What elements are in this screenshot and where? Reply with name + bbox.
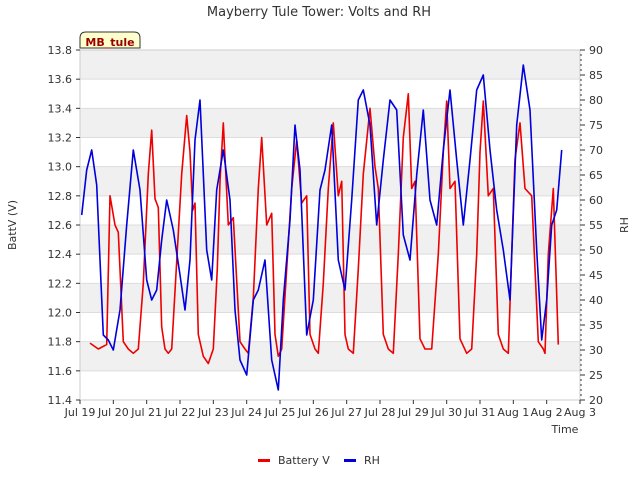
x-tick-label: Jul 26	[297, 406, 329, 419]
x-tick-label: Jul 27	[330, 406, 362, 419]
chart-title: Mayberry Tule Tower: Volts and RH	[207, 5, 431, 20]
x-tick-label: Jul 31	[464, 406, 496, 419]
x-tick-label: Jul 25	[264, 406, 296, 419]
x-tick-label: Jul 21	[130, 406, 162, 419]
y-left-tick-label: 11.6	[48, 365, 73, 378]
y-left-tick-label: 13.4	[48, 102, 73, 115]
legend-swatch-battery	[258, 459, 270, 462]
y-left-tick-label: 13.2	[48, 132, 73, 145]
y-left-tick-label: 13.6	[48, 73, 73, 86]
grid-band	[80, 225, 580, 255]
x-axis-ticks: Jul 19 Jul 20 Jul 21 Jul 22 Jul 23 Jul 24 Jul …	[64, 400, 596, 419]
y-axis-left-ticks: 11.411.611.812.012.212.412.612.813.013.2…	[48, 44, 80, 407]
chart-canvas: Mayberry Tule Tower: Volts and RH MB_tul…	[6, 5, 631, 467]
y-left-tick-label: 11.8	[48, 336, 73, 349]
x-tick-label: Jul 19	[64, 406, 96, 419]
grid-band	[80, 283, 580, 313]
y-left-tick-label: 12.0	[48, 307, 73, 320]
x-tick-label: Jul 20	[97, 406, 129, 419]
y-axis-left-label: BattV (V)	[6, 200, 19, 250]
station-label-text: MB_tule	[85, 36, 134, 49]
y-right-tick-label: 40	[589, 294, 603, 307]
legend-label-battery: Battery V	[278, 454, 330, 467]
y-right-tick-label: 70	[589, 144, 603, 157]
grid-band	[80, 50, 580, 80]
legend: Battery V RH	[258, 454, 380, 467]
y-right-tick-label: 75	[589, 119, 603, 132]
grid-band	[80, 341, 580, 371]
station-label: MB_tule	[79, 31, 141, 49]
y-right-tick-label: 55	[589, 219, 603, 232]
y-right-tick-label: 90	[589, 44, 603, 57]
y-left-tick-label: 13.0	[48, 161, 73, 174]
x-tick-label: Jul 24	[230, 406, 262, 419]
y-right-tick-label: 85	[589, 69, 603, 82]
x-tick-label: Aug 2	[531, 406, 563, 419]
y-right-tick-label: 50	[589, 244, 603, 257]
x-tick-label: Jul 23	[197, 406, 229, 419]
y-right-tick-label: 65	[589, 169, 603, 182]
legend-swatch-rh	[344, 459, 356, 462]
legend-label-rh: RH	[364, 454, 380, 467]
x-axis-label: Time	[551, 423, 579, 436]
y-left-tick-label: 12.4	[48, 248, 73, 261]
plot-bands	[80, 50, 580, 371]
x-tick-label: Aug 3	[564, 406, 596, 419]
y-left-tick-label: 12.6	[48, 219, 73, 232]
y-left-tick-label: 12.8	[48, 190, 73, 203]
y-right-tick-label: 30	[589, 344, 603, 357]
x-tick-label: Jul 28	[364, 406, 396, 419]
y-left-tick-label: 12.2	[48, 277, 73, 290]
y-right-tick-label: 25	[589, 369, 603, 382]
x-tick-label: Jul 22	[164, 406, 196, 419]
y-right-tick-label: 80	[589, 94, 603, 107]
y-axis-right-ticks: 202530354045505560657075808590	[580, 44, 603, 407]
y-left-tick-label: 13.8	[48, 44, 73, 57]
y-axis-right-label: RH	[618, 217, 631, 233]
y-right-tick-label: 60	[589, 194, 603, 207]
y-right-tick-label: 45	[589, 269, 603, 282]
x-tick-label: Jul 30	[430, 406, 462, 419]
y-right-tick-label: 35	[589, 319, 603, 332]
x-tick-label: Jul 29	[397, 406, 429, 419]
x-tick-label: Aug 1	[497, 406, 529, 419]
